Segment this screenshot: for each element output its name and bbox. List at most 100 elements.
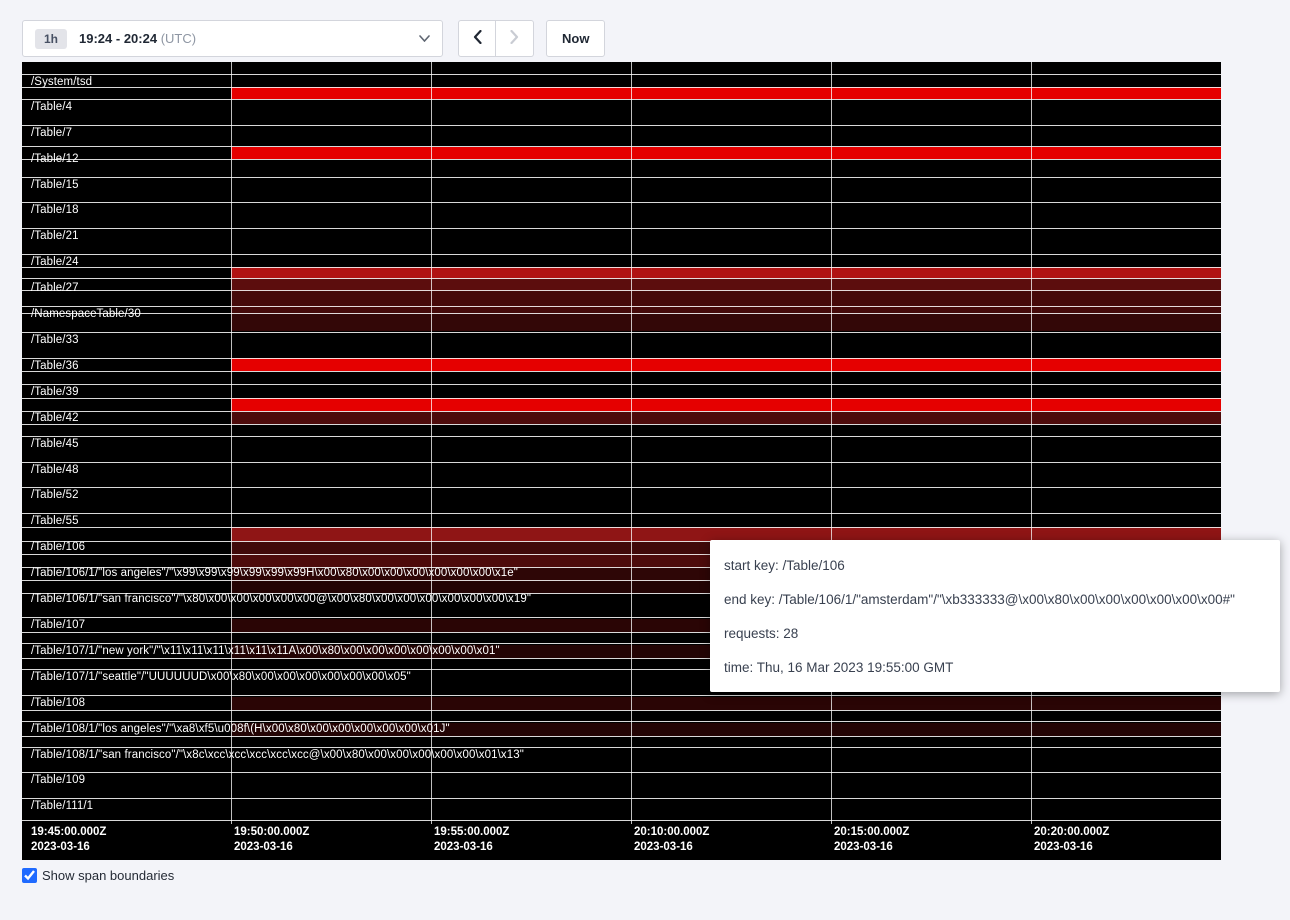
show-span-boundaries-label: Show span boundaries [42,868,174,883]
key-visualizer-page: 1h 19:24 - 20:24 (UTC) Now start key: /T… [0,20,1290,883]
span-label: /NamespaceTable/30 [31,308,141,320]
x-axis-time: 19:55:00.000Z [434,825,509,840]
heat-band[interactable] [231,697,1221,710]
heat-band[interactable] [231,290,1221,313]
span-boundary-line [22,87,1221,88]
span-label: /Table/12 [31,153,79,165]
span-label: /Table/106 [31,541,85,553]
heat-band[interactable] [231,398,1221,411]
chevron-down-icon [419,35,430,42]
span-boundary-line [22,747,1221,748]
tooltip-line: requests: 28 [710,616,1280,650]
x-axis-date: 2023-03-16 [234,840,309,855]
key-visualizer-canvas[interactable]: start key: /Table/106end key: /Table/106… [22,62,1221,860]
span-boundary-line [22,313,1221,314]
heat-band[interactable] [231,147,1221,159]
toolbar: 1h 19:24 - 20:24 (UTC) Now [22,20,1290,57]
span-boundary-line [22,398,1221,399]
span-boundary-line [22,820,1221,821]
heat-band[interactable] [231,278,1221,290]
span-label: /Table/39 [31,386,79,398]
span-label: /Table/21 [31,230,79,242]
x-axis-label: 20:20:00.000Z2023-03-16 [1034,825,1109,855]
span-label: /Table/111/1 [31,800,93,812]
span-boundary-line [22,411,1221,412]
span-boundary-line [22,721,1221,722]
tooltip-line: end key: /Table/106/1/"amsterdam"/"\xb33… [710,582,1280,616]
span-boundary-line [22,736,1221,737]
heat-band[interactable] [231,527,1221,541]
span-label: /Table/109 [31,774,85,786]
span-label: /Table/107 [31,619,85,631]
span-label: /Table/4 [31,101,72,113]
x-axis-time: 20:20:00.000Z [1034,825,1109,840]
chevron-left-icon [473,30,482,47]
span-label: /Table/15 [31,179,79,191]
x-axis-label: 20:15:00.000Z2023-03-16 [834,825,909,855]
span-label: /Table/27 [31,282,79,294]
span-boundary-line [22,772,1221,773]
span-boundary-line [22,527,1221,528]
span-boundary-line [22,202,1221,203]
time-range-duration-badge: 1h [35,29,67,49]
span-boundary-line [22,695,1221,696]
span-boundary-line [22,254,1221,255]
tooltip-line: start key: /Table/106 [710,548,1280,582]
span-boundary-line [22,358,1221,359]
now-button[interactable]: Now [546,20,605,57]
time-gridline [231,62,232,824]
span-label: /Table/107/1/"seattle"/"UUUUUUD\x00\x80\… [31,671,411,683]
span-label: /Table/48 [31,464,79,476]
time-range-selector[interactable]: 1h 19:24 - 20:24 (UTC) [22,20,443,57]
x-axis-label: 19:45:00.000Z2023-03-16 [31,825,106,855]
span-boundary-line [22,384,1221,385]
span-boundary-line [22,177,1221,178]
heat-band[interactable] [231,313,1221,331]
x-axis-date: 2023-03-16 [1034,840,1109,855]
span-boundary-line [22,371,1221,372]
show-span-boundaries-checkbox[interactable] [22,868,37,883]
time-gridline [631,62,632,824]
span-boundary-line [22,798,1221,799]
span-label: /System/tsd [31,76,92,88]
x-axis-date: 2023-03-16 [634,840,709,855]
span-boundary-line [22,710,1221,711]
tooltip-line: time: Thu, 16 Mar 2023 19:55:00 GMT [710,650,1280,684]
time-gridline [831,62,832,824]
heat-band[interactable] [231,358,1221,371]
span-boundary-line [22,228,1221,229]
heat-band[interactable] [231,267,1221,278]
span-boundary-line [22,487,1221,488]
time-nav-group [458,20,534,57]
x-axis-date: 2023-03-16 [434,840,509,855]
time-range-timezone: (UTC) [161,31,196,46]
span-boundary-line [22,332,1221,333]
span-boundary-line [22,146,1221,147]
span-label: /Table/18 [31,204,79,216]
x-axis-date: 2023-03-16 [834,840,909,855]
x-axis-time: 19:50:00.000Z [234,825,309,840]
time-gridline [1031,62,1032,824]
span-boundary-line [22,267,1221,268]
x-axis-time: 19:45:00.000Z [31,825,106,840]
x-axis-label: 19:55:00.000Z2023-03-16 [434,825,509,855]
span-label: /Table/106/1/"san francisco"/"\x80\x00\x… [31,593,531,605]
chevron-right-icon [510,30,519,47]
span-label: /Table/108 [31,697,85,709]
next-range-button[interactable] [496,20,534,57]
span-boundary-line [22,436,1221,437]
heat-band[interactable] [231,87,1221,99]
x-axis-label: 20:10:00.000Z2023-03-16 [634,825,709,855]
span-label: /Table/33 [31,334,79,346]
heat-band[interactable] [231,411,1221,424]
span-label: /Table/106/1/"los angeles"/"\x99\x99\x99… [31,567,518,579]
span-boundary-line [22,513,1221,514]
span-boundary-line [22,99,1221,100]
time-range-label: 19:24 - 20:24 (UTC) [79,31,196,46]
span-label: /Table/7 [31,127,72,139]
prev-range-button[interactable] [458,20,496,57]
span-label: /Table/107/1/"new york"/"\x11\x11\x11\x1… [31,645,500,657]
x-axis-time: 20:10:00.000Z [634,825,709,840]
span-label: /Table/42 [31,412,79,424]
span-boundary-line [22,125,1221,126]
